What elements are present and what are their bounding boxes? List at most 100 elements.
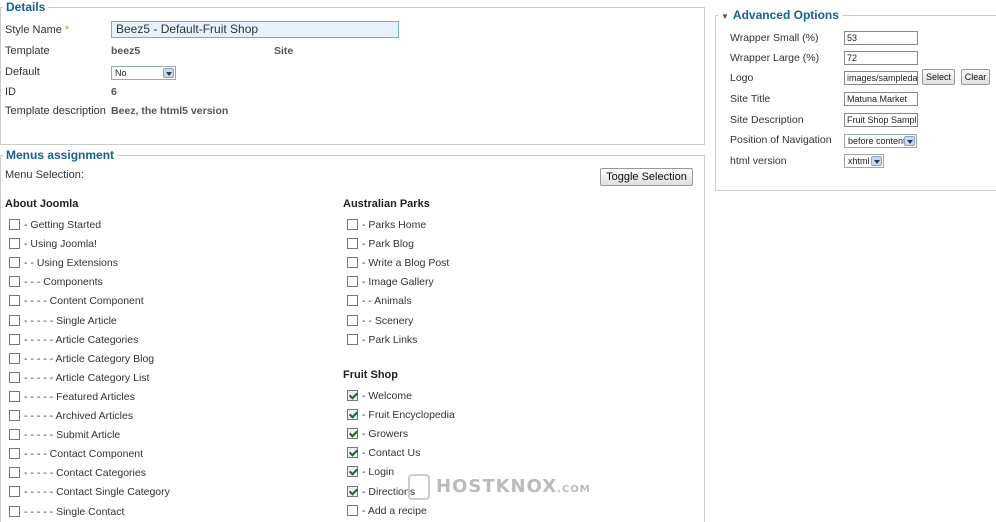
logo-input[interactable]: images/sampledata/f xyxy=(844,71,918,85)
checkbox[interactable] xyxy=(9,429,20,441)
checkbox[interactable] xyxy=(9,314,20,326)
menu-item-label: - Park Blog xyxy=(362,238,414,251)
menu-item-label: - - - - - Contact Single Category xyxy=(24,486,170,499)
template-value: beez5 xyxy=(111,45,141,57)
style-name-label: Style Name xyxy=(5,24,62,36)
wrapper-small-label: Wrapper Small (%) xyxy=(730,32,819,44)
advanced-options-legend[interactable]: ▼ Advanced Options xyxy=(718,8,842,24)
menu-item-label: - - - - - Article Categories xyxy=(24,333,139,346)
menu-item-label: - - - - - Featured Articles xyxy=(24,390,135,403)
wrapper-small-input[interactable]: 53 xyxy=(844,31,918,45)
site-title-input[interactable]: Matuna Market xyxy=(844,92,918,106)
menu-selection-label: Menu Selection: xyxy=(5,169,84,181)
checkbox[interactable] xyxy=(9,410,20,421)
checkbox[interactable] xyxy=(347,504,358,516)
checkbox[interactable] xyxy=(9,219,20,230)
menu-item-label: - Growers xyxy=(362,428,409,441)
checkbox-checked[interactable] xyxy=(347,447,358,459)
menu-item-label: - - - - Content Component xyxy=(24,295,144,308)
checkbox[interactable] xyxy=(9,352,20,364)
menu-item-label: - Welcome xyxy=(362,390,412,402)
menu-item-label: - Getting Started xyxy=(24,219,102,231)
checkbox-checked[interactable] xyxy=(347,466,358,478)
menu-item-label: - - - - - Archived Articles xyxy=(24,410,134,422)
html-version-value: xhtml xyxy=(848,156,870,166)
site-title-row: Site Title Matuna Market xyxy=(730,92,930,107)
wrapper-large-row: Wrapper Large (%) 72 xyxy=(730,51,930,66)
menu-item-label: - - - - Contact Component xyxy=(24,448,144,461)
checkbox[interactable] xyxy=(347,257,358,269)
menu-selection-row: Menu Selection: xyxy=(5,167,205,183)
checkbox-checked[interactable] xyxy=(347,409,358,421)
chevron-down-icon xyxy=(904,136,915,146)
checkbox[interactable] xyxy=(9,238,20,250)
default-label: Default xyxy=(5,66,40,78)
checkbox[interactable] xyxy=(347,314,358,326)
style-name-input[interactable]: Beez5 - Default-Fruit Shop xyxy=(111,21,399,38)
menu-item-label: - - - - - Single Article xyxy=(24,314,117,327)
id-row: ID 6 xyxy=(5,84,305,100)
checkbox[interactable] xyxy=(9,295,20,307)
menu-item-label: - - Animals xyxy=(362,295,412,308)
checkbox[interactable] xyxy=(347,238,358,250)
menu-item-label: - Contact Us xyxy=(362,447,421,460)
id-value: 6 xyxy=(111,86,117,98)
menu-item-label: - Write a Blog Post xyxy=(362,257,450,270)
logo-row: Logo images/sampledata/f xyxy=(730,71,996,86)
checkbox[interactable] xyxy=(9,257,20,269)
checkbox[interactable] xyxy=(9,486,20,498)
nav-position-label: Position of Navigation xyxy=(730,134,832,146)
required-marker: * xyxy=(64,24,70,36)
checkbox[interactable] xyxy=(9,505,20,517)
menu-item-label: - - - - - Article Category Blog xyxy=(24,352,155,365)
logo-select-button[interactable]: Select xyxy=(922,69,955,85)
checkbox[interactable] xyxy=(9,276,20,288)
nav-position-select[interactable]: before content xyxy=(844,134,917,148)
checkbox[interactable] xyxy=(347,219,358,230)
template-style-editor: Details Style Name * Beez5 - Default-Frui… xyxy=(0,0,996,522)
logo-clear-button[interactable]: Clear xyxy=(961,69,990,85)
id-label: ID xyxy=(5,86,16,98)
menu-item-label: - - - - - Contact Categories xyxy=(24,467,146,480)
description-label: Template description xyxy=(5,105,106,117)
checkbox-checked[interactable] xyxy=(347,390,358,401)
checkbox[interactable] xyxy=(347,333,358,345)
template-client: Site xyxy=(274,45,294,57)
toggle-selection-button[interactable]: Toggle Selection xyxy=(600,168,693,186)
site-description-input[interactable]: Fruit Shop Sample S xyxy=(844,113,918,127)
checkbox[interactable] xyxy=(9,390,20,402)
html-version-select[interactable]: xhtml xyxy=(844,154,884,168)
wrapper-small-row: Wrapper Small (%) 53 xyxy=(730,31,930,46)
menu-item-label: - Fruit Encyclopedia xyxy=(362,409,455,422)
menu-item-label: - - Scenery xyxy=(362,314,414,327)
checkbox[interactable] xyxy=(9,333,20,345)
site-description-row: Site Description Fruit Shop Sample S xyxy=(730,113,930,128)
site-description-label: Site Description xyxy=(730,114,804,126)
watermark: HOSTKNOX.COM xyxy=(436,476,591,497)
fruit-shop-heading: Fruit Shop xyxy=(343,369,398,381)
about-joomla-heading: About Joomla xyxy=(5,198,79,210)
checkbox[interactable] xyxy=(9,448,20,460)
template-row: Template beez5 Site xyxy=(5,43,305,59)
watermark-logo xyxy=(408,474,430,500)
html-version-label: html version xyxy=(730,155,787,167)
checkbox[interactable] xyxy=(347,295,358,307)
wrapper-large-input[interactable]: 72 xyxy=(844,51,918,65)
checkbox[interactable] xyxy=(347,276,358,288)
default-select[interactable]: No xyxy=(111,66,176,80)
logo-label: Logo xyxy=(730,72,754,84)
wrapper-large-label: Wrapper Large (%) xyxy=(730,52,820,64)
checkbox-checked[interactable] xyxy=(347,428,358,440)
checkbox-checked[interactable] xyxy=(347,485,358,497)
collapse-triangle-icon: ▼ xyxy=(721,12,729,21)
menu-item-label: - Image Gallery xyxy=(362,276,434,289)
menu-item-label: - Login xyxy=(362,466,395,479)
menu-item-label: - - Using Extensions xyxy=(24,257,118,270)
checkbox[interactable] xyxy=(9,371,20,383)
menu-item-label: - Add a recipe xyxy=(362,504,427,517)
menus-legend: Menus assignment xyxy=(3,148,118,162)
checkbox[interactable] xyxy=(9,467,20,479)
description-row: Template description Beez, the html5 ver… xyxy=(5,103,405,119)
menu-item-label: - Park Links xyxy=(362,333,418,346)
default-select-value: No xyxy=(115,68,127,78)
